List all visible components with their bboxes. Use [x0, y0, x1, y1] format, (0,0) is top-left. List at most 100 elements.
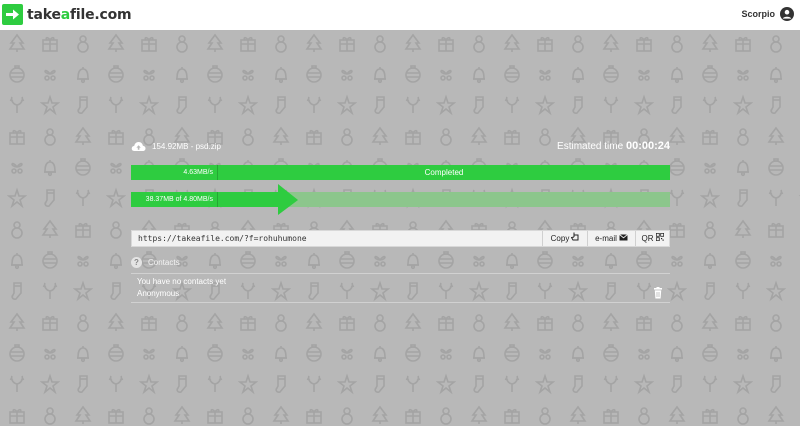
antler-icon — [9, 96, 25, 114]
bell-icon — [670, 66, 684, 84]
stocking-icon — [473, 96, 484, 114]
ornament-icon — [108, 65, 124, 83]
star-icon — [536, 375, 554, 393]
antler-icon — [108, 96, 124, 114]
ornament-icon — [438, 251, 454, 269]
share-link-input[interactable] — [132, 231, 542, 246]
holly-icon — [638, 348, 650, 360]
snowman-icon — [143, 407, 155, 425]
star-icon — [41, 375, 59, 393]
bell-icon — [208, 252, 222, 270]
gift-icon — [636, 315, 652, 331]
stocking-icon — [770, 96, 781, 114]
gift-icon — [339, 315, 355, 331]
bottom-strip — [0, 426, 800, 430]
ornament-icon — [537, 251, 553, 269]
holly-icon — [473, 255, 485, 267]
copy-button[interactable]: Copy — [542, 231, 587, 246]
ornament-icon — [504, 344, 520, 362]
gift-icon — [702, 408, 718, 424]
holly-icon — [44, 348, 56, 360]
estimated-time: Estimated time 00:00:24 — [557, 140, 670, 152]
snowman-icon — [44, 407, 56, 425]
star-icon — [437, 375, 455, 393]
gift-icon — [438, 36, 454, 52]
star-icon — [635, 375, 653, 393]
progress-arrow-icon — [278, 184, 298, 215]
stocking-icon — [374, 96, 385, 114]
email-button[interactable]: e-mail — [587, 231, 635, 246]
antler-icon — [702, 375, 718, 393]
gift-icon — [240, 36, 256, 52]
snowman-icon — [572, 35, 584, 53]
bell-icon — [670, 345, 684, 363]
question-icon[interactable]: ? — [131, 256, 142, 268]
snowman-icon — [77, 314, 89, 332]
top-bar: takeafile.com Scorpio — [0, 0, 800, 30]
stocking-icon — [275, 96, 286, 114]
snowman-icon — [638, 407, 650, 425]
user-menu[interactable]: Scorpio — [741, 7, 794, 21]
antler-icon — [9, 375, 25, 393]
tree-icon — [735, 220, 751, 239]
gift-icon — [339, 36, 355, 52]
ornament-icon — [108, 344, 124, 362]
bell-icon — [406, 252, 420, 270]
bell-icon — [472, 345, 486, 363]
gift-icon — [141, 315, 157, 331]
arrow-right-icon — [2, 4, 23, 25]
holly-icon — [242, 348, 254, 360]
bell-icon — [472, 66, 486, 84]
qr-button[interactable]: QR — [635, 231, 669, 246]
tree-icon — [603, 313, 619, 332]
divider — [131, 302, 670, 303]
snowman-icon — [110, 221, 122, 239]
star-icon — [437, 96, 455, 114]
trash-icon[interactable] — [653, 287, 663, 299]
holly-icon — [440, 69, 452, 81]
ornament-icon — [405, 344, 421, 362]
bell-icon — [505, 252, 519, 270]
bell-icon — [307, 252, 321, 270]
logo[interactable]: takeafile.com — [2, 4, 132, 25]
tree-icon — [405, 34, 421, 53]
holly-icon — [737, 348, 749, 360]
snowman-icon — [44, 128, 56, 146]
logo-text: takeafile.com — [27, 6, 132, 23]
snowman-icon — [539, 407, 551, 425]
gift-icon — [504, 408, 520, 424]
star-icon — [239, 96, 257, 114]
bell-icon — [604, 252, 618, 270]
bell-icon — [274, 345, 288, 363]
snowman-icon — [671, 35, 683, 53]
tree-icon — [405, 313, 421, 332]
gift-icon — [768, 222, 784, 238]
tree-icon — [42, 220, 58, 239]
holly-icon — [374, 255, 386, 267]
holly-icon — [242, 69, 254, 81]
snowman-icon — [242, 407, 254, 425]
tree-icon — [603, 34, 619, 53]
tree-icon — [108, 34, 124, 53]
gift-icon — [537, 36, 553, 52]
stocking-icon — [572, 375, 583, 393]
ornament-icon — [768, 158, 784, 176]
antler-icon — [405, 375, 421, 393]
contacts-header: ? Contacts — [131, 256, 180, 268]
gift-icon — [42, 36, 58, 52]
antler-icon — [405, 96, 421, 114]
contact-row[interactable]: Anonymous — [131, 287, 670, 301]
antler-icon — [207, 96, 223, 114]
email-label: e-mail — [595, 234, 617, 243]
tree-icon — [702, 34, 718, 53]
file-info-row: 154.92MB - psd.zip Estimated time 00:00:… — [131, 140, 670, 156]
holly-icon — [704, 162, 716, 174]
ornament-icon — [306, 65, 322, 83]
snowman-icon — [770, 314, 782, 332]
ornament-icon — [240, 251, 256, 269]
gift-icon — [669, 222, 685, 238]
stocking-icon — [44, 189, 55, 207]
snowman-icon — [473, 314, 485, 332]
star-icon — [140, 96, 158, 114]
ornament-icon — [603, 65, 619, 83]
